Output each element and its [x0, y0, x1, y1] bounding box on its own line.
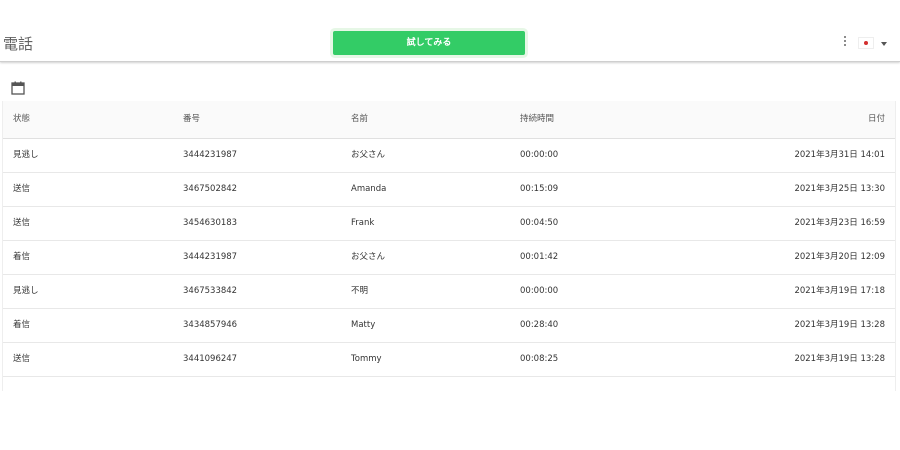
- table-row[interactable]: 送信 3441096247 Tommy 00:08:25 2021年3月19日 13:2…: [3, 343, 895, 377]
- table-row[interactable]: 送信 3467502842 Amanda 00:15:09 2021年3月25日 13:…: [3, 173, 895, 207]
- header-name[interactable]: 名前: [351, 101, 368, 138]
- cell-name: お父さん: [351, 252, 386, 262]
- page-title: 電話: [3, 35, 34, 53]
- table-row[interactable]: 見逃し 3467533842 不明 00:00:00 2021年3月19日 17:18: [3, 275, 895, 309]
- japan-flag-icon[interactable]: [858, 37, 874, 49]
- cell-duration: 00:01:42: [520, 252, 559, 262]
- header-number[interactable]: 番号: [183, 101, 200, 138]
- cell-number: 3444231987: [183, 150, 238, 160]
- cell-status: 着信: [13, 320, 31, 330]
- cell-status: 送信: [13, 218, 31, 228]
- cell-number: 3434857946: [183, 320, 238, 330]
- cell-date: 2021年3月25日 13:30: [794, 184, 885, 194]
- cell-status: 送信: [13, 354, 31, 364]
- cell-date: 2021年3月19日 13:28: [794, 354, 885, 364]
- app-bar: 電話 試してみる: [0, 0, 900, 62]
- cell-name: Tommy: [351, 354, 382, 364]
- cell-date: 2021年3月19日 13:28: [794, 320, 885, 330]
- cell-status: 見逃し: [13, 150, 39, 160]
- cell-duration: 00:00:00: [520, 286, 559, 296]
- header-date[interactable]: 日付: [868, 101, 885, 138]
- cell-duration: 00:08:25: [520, 354, 559, 364]
- cell-date: 2021年3月19日 17:18: [794, 286, 885, 296]
- caret-down-icon[interactable]: [881, 42, 887, 46]
- cell-duration: 00:28:40: [520, 320, 559, 330]
- cell-status: 見逃し: [13, 286, 39, 296]
- table-row[interactable]: 送信 3454630183 Frank 00:04:50 2021年3月23日 16:5…: [3, 207, 895, 241]
- cell-name: 不明: [351, 286, 369, 296]
- cell-number: 3467502842: [183, 184, 238, 194]
- header-duration[interactable]: 持続時間: [520, 101, 554, 138]
- cell-number: 3467533842: [183, 286, 238, 296]
- table-header: 状態 番号 名前 持続時間 日付: [3, 101, 895, 139]
- table-body: 見逃し 3444231987 お父さん 00:00:00 2021年3月31日 14:0…: [3, 139, 895, 377]
- cell-number: 3441096247: [183, 354, 238, 364]
- cell-name: お父さん: [351, 150, 386, 160]
- cell-date: 2021年3月31日 14:01: [794, 150, 885, 160]
- calls-table: 状態 番号 名前 持続時間 日付 見逃し 3444231987 お父さん 00:00:…: [2, 101, 896, 391]
- cell-date: 2021年3月20日 12:09: [794, 252, 885, 262]
- cell-name: Amanda: [351, 184, 387, 194]
- table-row[interactable]: 着信 3444231987 お父さん 00:01:42 2021年3月20日 12:09: [3, 241, 895, 275]
- cell-name: Frank: [351, 218, 375, 228]
- cell-duration: 00:00:00: [520, 150, 559, 160]
- cell-number: 3454630183: [183, 218, 238, 228]
- cell-duration: 00:15:09: [520, 184, 559, 194]
- table-row[interactable]: 見逃し 3444231987 お父さん 00:00:00 2021年3月31日 14:0…: [3, 139, 895, 173]
- cell-status: 着信: [13, 252, 31, 262]
- cell-name: Matty: [351, 320, 376, 330]
- cell-status: 送信: [13, 184, 31, 194]
- header-status[interactable]: 状態: [13, 101, 30, 138]
- calendar-icon[interactable]: [11, 80, 25, 95]
- more-vertical-icon[interactable]: [840, 36, 850, 52]
- cell-number: 3444231987: [183, 252, 238, 262]
- table-row[interactable]: 着信 3434857946 Matty 00:28:40 2021年3月19日 13:2…: [3, 309, 895, 343]
- try-button[interactable]: 試してみる: [333, 31, 525, 55]
- cell-date: 2021年3月23日 16:59: [794, 218, 885, 228]
- cell-duration: 00:04:50: [520, 218, 559, 228]
